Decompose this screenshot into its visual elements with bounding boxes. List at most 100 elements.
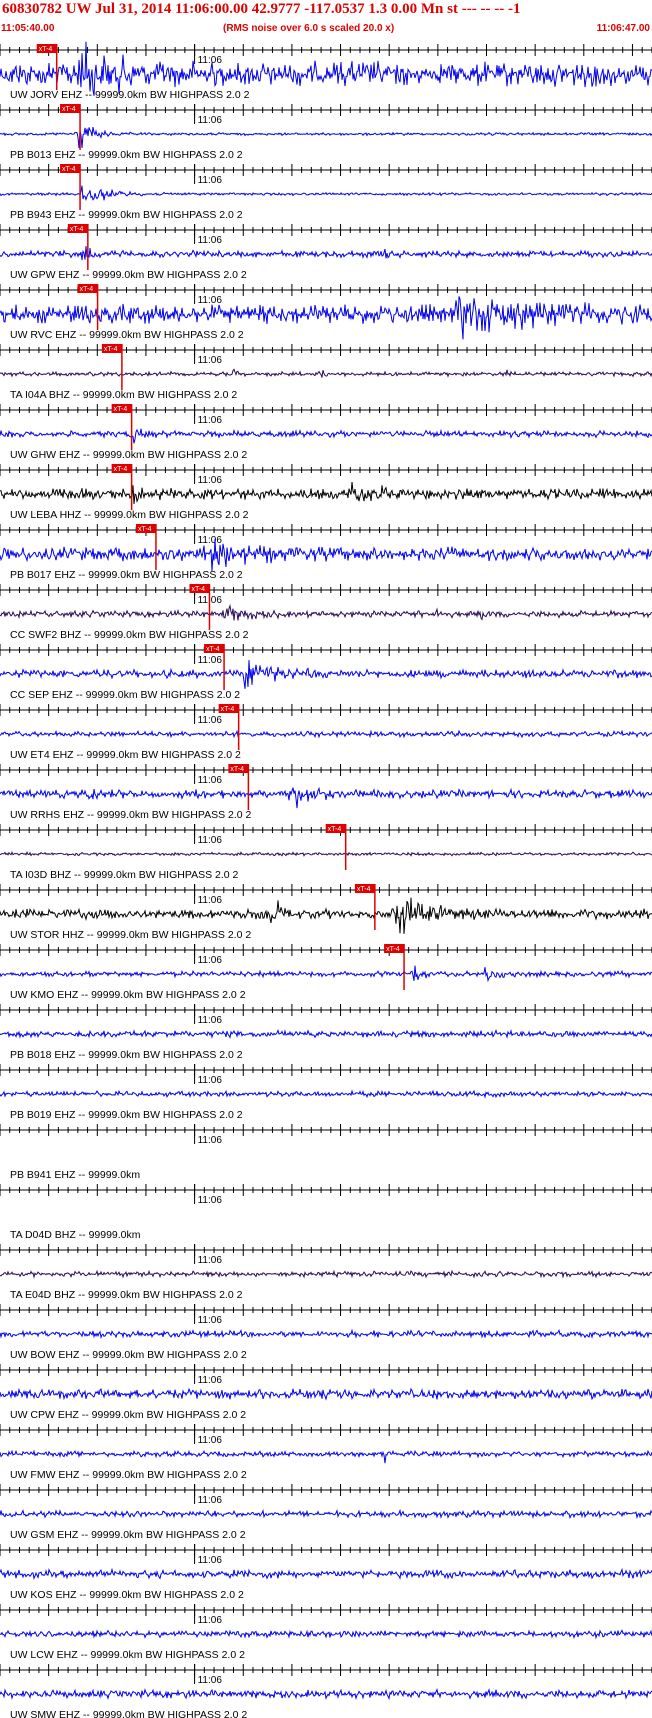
waveform-trace (0, 482, 652, 505)
waveform-trace (0, 965, 652, 983)
minute-tick-label: 11:06 (198, 715, 223, 726)
station-label: PB B017 EHZ -- 99999.0km BW HIGHPASS 2.0… (10, 569, 243, 581)
station-label: UW GPW EHZ -- 99999.0km BW HIGHPASS 2.0 … (10, 269, 247, 281)
minute-tick-label: 11:06 (198, 1555, 223, 1566)
waveform-trace (0, 660, 652, 689)
pick-label: xT-4 (191, 586, 205, 593)
station-label: TA D04D BHZ -- 99999.0km (10, 1229, 141, 1241)
waveform-trace (0, 1508, 652, 1520)
event-title: 60830782 UW Jul 31, 2014 11:06:00.00 42.… (2, 1, 521, 17)
station-label: UW GHW EHZ -- 99999.0km BW HIGHPASS 2.0 … (10, 449, 247, 461)
waveform-trace (0, 1387, 652, 1401)
waveform-trace (0, 539, 652, 572)
pick-label: xT-4 (328, 826, 342, 833)
station-label: PB B941 EHZ -- 99999.0km (10, 1169, 140, 1181)
station-label: UW GSM EHZ -- 99999.0km BW HIGHPASS 2.0 … (10, 1529, 246, 1541)
station-label: UW RRHS EHZ -- 99999.0km BW HIGHPASS 2.0… (10, 809, 252, 821)
waveform-trace (0, 185, 652, 201)
minute-tick-label: 11:06 (198, 535, 223, 546)
start-time: 11:05:40.00 (1, 23, 55, 34)
waveform-trace (0, 851, 652, 857)
minute-tick-label: 11:06 (198, 1435, 223, 1446)
waveform-trace (0, 1567, 652, 1580)
station-label: TA I03D BHZ -- 99999.0km BW HIGHPASS 2.0… (10, 869, 239, 881)
station-label: PB B019 EHZ -- 99999.0km BW HIGHPASS 2.0… (10, 1109, 243, 1121)
minute-tick-label: 11:06 (198, 835, 223, 846)
station-label: UW ET4 EHZ -- 99999.0km BW HIGHPASS 2.0 … (10, 749, 241, 761)
waveform-trace (0, 1629, 652, 1640)
waveform-trace (0, 1028, 652, 1040)
pick-label: xT-4 (104, 346, 118, 353)
pick-label: xT-4 (357, 886, 371, 893)
rms-note: (RMS noise over 6.0 s scaled 20.0 x) (223, 23, 395, 34)
minute-tick-label: 11:06 (198, 655, 223, 666)
station-label: UW KOS EHZ -- 99999.0km BW HIGHPASS 2.0 … (10, 1589, 244, 1601)
minute-tick-label: 11:06 (198, 1135, 223, 1146)
minute-tick-label: 11:06 (198, 1495, 223, 1506)
minute-tick-label: 11:06 (198, 355, 223, 366)
waveform-trace (0, 603, 652, 621)
pick-label: xT-4 (39, 46, 53, 53)
station-label: UW CPW EHZ -- 99999.0km BW HIGHPASS 2.0 … (10, 1409, 246, 1421)
station-label: PB B018 EHZ -- 99999.0km BW HIGHPASS 2.0… (10, 1049, 243, 1061)
waveform-trace (0, 1449, 652, 1464)
minute-tick-label: 11:06 (198, 775, 223, 786)
waveform-trace (0, 428, 652, 444)
minute-tick-label: 11:06 (198, 1315, 223, 1326)
minute-tick-label: 11:06 (198, 235, 223, 246)
station-label: UW FMW EHZ -- 99999.0km BW HIGHPASS 2.0 … (10, 1469, 247, 1481)
station-label: TA E04D BHZ -- 99999.0km BW HIGHPASS 2.0… (10, 1289, 243, 1301)
station-label: UW LEBA HHZ -- 99999.0km BW HIGHPASS 2.0… (10, 509, 249, 521)
pick-label: xT-4 (62, 106, 76, 113)
waveform-trace (0, 729, 652, 739)
minute-tick-label: 11:06 (198, 115, 223, 126)
station-label: UW SMW EHZ -- 99999.0km BW HIGHPASS 2.0 … (10, 1709, 247, 1718)
waveform-trace (0, 1688, 652, 1701)
minute-tick-label: 11:06 (198, 415, 223, 426)
pick-label: xT-4 (70, 226, 84, 233)
pick-label: xT-4 (114, 406, 128, 413)
station-label: CC SEP EHZ -- 99999.0km BW HIGHPASS 2.0 … (10, 689, 240, 701)
minute-tick-label: 11:06 (198, 1195, 223, 1206)
minute-tick-label: 11:06 (198, 895, 223, 906)
pick-label: xT-4 (62, 166, 76, 173)
pick-label: xT-4 (221, 706, 235, 713)
pick-label: xT-4 (138, 526, 152, 533)
pick-label: xT-4 (206, 646, 220, 653)
station-label: PB B943 EHZ -- 99999.0km BW HIGHPASS 2.0… (10, 209, 243, 221)
station-label: UW STOR HHZ -- 99999.0km BW HIGHPASS 2.0… (10, 929, 251, 941)
waveform-trace (0, 246, 652, 261)
minute-tick-label: 11:06 (198, 55, 223, 66)
minute-tick-label: 11:06 (198, 1075, 223, 1086)
seismogram-plot: 11:06 xT-4 UW JORV EHZ -- 99999.0km BW HIG… (0, 40, 652, 1718)
header: 60830782 UW Jul 31, 2014 11:06:00.00 42.… (0, 0, 652, 40)
pick-label: xT-4 (114, 466, 128, 473)
station-label: CC SWF2 BHZ -- 99999.0km BW HIGHPASS 2.0… (10, 629, 249, 641)
minute-tick-label: 11:06 (198, 475, 223, 486)
end-time: 11:06:47.00 (596, 23, 650, 34)
waveform-trace (0, 786, 652, 809)
minute-tick-label: 11:06 (198, 1615, 223, 1626)
pick-label: xT-4 (230, 766, 244, 773)
seismogram-svg: 11:06 xT-4 UW JORV EHZ -- 99999.0km BW HIG… (0, 41, 652, 1718)
pick-label: xT-4 (386, 946, 400, 953)
minute-tick-label: 11:06 (198, 1255, 223, 1266)
station-label: UW LCW EHZ -- 99999.0km BW HIGHPASS 2.0 … (10, 1649, 245, 1661)
station-label: UW KMO EHZ -- 99999.0km BW HIGHPASS 2.0 … (10, 989, 246, 1001)
station-label: UW RVC EHZ -- 99999.0km BW HIGHPASS 2.0 … (10, 329, 244, 341)
waveform-trace (0, 1269, 652, 1279)
station-label: PB B013 EHZ -- 99999.0km BW HIGHPASS 2.0… (10, 149, 243, 161)
minute-tick-label: 11:06 (198, 1015, 223, 1026)
station-label: TA I04A BHZ -- 99999.0km BW HIGHPASS 2.0… (10, 389, 237, 401)
minute-tick-label: 11:06 (198, 1675, 223, 1686)
waveform-trace (0, 1328, 652, 1340)
minute-tick-label: 11:06 (198, 295, 223, 306)
waveform-trace (0, 368, 652, 378)
minute-tick-label: 11:06 (198, 1375, 223, 1386)
minute-tick-label: 11:06 (198, 955, 223, 966)
waveform-trace (0, 127, 652, 149)
pick-label: xT-4 (80, 286, 94, 293)
station-label: UW JORV EHZ -- 99999.0km BW HIGHPASS 2.0… (10, 89, 250, 101)
station-label: UW BOW EHZ -- 99999.0km BW HIGHPASS 2.0 … (10, 1349, 247, 1361)
minute-tick-label: 11:06 (198, 175, 223, 186)
